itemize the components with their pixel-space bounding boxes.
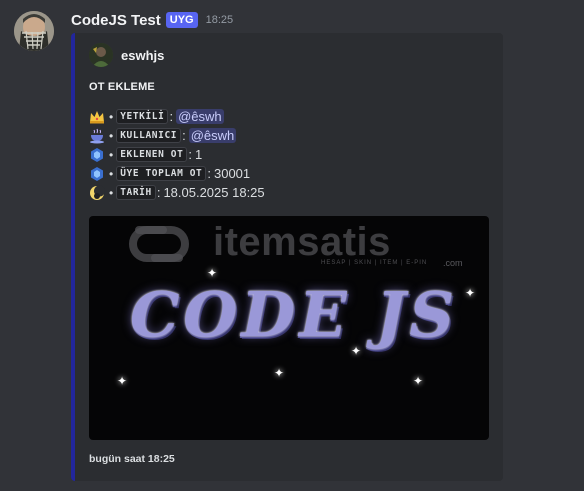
sparkle-icon: ✦ — [207, 266, 218, 280]
bullet: • — [109, 128, 114, 143]
colon: : — [169, 109, 174, 124]
sparkle-icon: ✦ — [274, 366, 285, 380]
app-tag-badge: UYG — [165, 12, 198, 28]
field-label: YETKİLİ — [116, 109, 169, 124]
sparkle-icon: ✦ — [413, 374, 424, 388]
sparkle-icon: ✦ — [465, 286, 476, 300]
watermark-logo-icon — [125, 220, 205, 273]
codejs-logo: CODE JS — [129, 278, 459, 351]
user-mention[interactable]: @êswh — [188, 128, 237, 143]
field-label: KULLANICI — [116, 128, 182, 143]
watermark-subtext: HESAP | SKIN | ITEM | E-PIN — [321, 260, 428, 266]
sparkle-icon: ✦ — [117, 374, 128, 388]
colon: : — [182, 128, 186, 143]
bullet: • — [109, 147, 114, 162]
field-label: TARİH — [116, 185, 156, 200]
embed-author-name: eswhjs — [121, 47, 165, 63]
username[interactable]: CodeJS Test — [71, 12, 161, 29]
bullet: • — [109, 166, 114, 181]
user-mention[interactable]: @êswh — [176, 109, 224, 124]
embed-title: OT EKLEME — [89, 81, 155, 93]
field-label: EKLENEN OT — [116, 147, 188, 162]
watermark-text: itemsatis — [213, 220, 391, 264]
gem-icon — [89, 147, 105, 163]
embed-fields: • YETKİLİ : @êswh • KULLANICI : @êswh • … — [89, 107, 265, 202]
gem-icon — [89, 166, 105, 182]
colon: : — [207, 166, 211, 181]
field-row: • TARİH : 18.05.2025 18:25 — [89, 183, 265, 202]
coffee-icon — [89, 128, 105, 144]
embed: eswhjs OT EKLEME • YETKİLİ : @êswh • KUL… — [71, 33, 503, 481]
field-value: 30001 — [213, 166, 251, 181]
field-label: ÜYE TOPLAM OT — [116, 166, 207, 181]
embed-author: eswhjs — [89, 43, 164, 67]
field-value: 1 — [195, 147, 203, 162]
bullet: • — [109, 185, 114, 200]
field-row: • KULLANICI : @êswh — [89, 126, 265, 145]
sparkle-icon: ✦ — [351, 344, 362, 358]
message-header: CodeJS Test UYG 18:25 — [71, 10, 233, 30]
colon: : — [156, 185, 161, 200]
colon: : — [188, 147, 193, 162]
field-row: • ÜYE TOPLAM OT : 30001 — [89, 164, 265, 183]
crown-icon — [89, 109, 105, 125]
bullet: • — [109, 109, 114, 124]
field-value: 18.05.2025 18:25 — [163, 185, 265, 200]
field-row: • YETKİLİ : @êswh — [89, 107, 265, 126]
moon-icon — [89, 185, 105, 201]
message: CodeJS Test UYG 18:25 eswhjs OT EKLEME •… — [0, 0, 584, 491]
author-avatar — [89, 43, 113, 67]
field-row: • EKLENEN OT : 1 — [89, 145, 265, 164]
embed-footer: bugün saat 18:25 — [89, 453, 175, 465]
watermark-domain: .com — [443, 258, 463, 268]
embed-image[interactable]: itemsatis HESAP | SKIN | ITEM | E-PIN .c… — [89, 216, 489, 440]
user-avatar[interactable] — [14, 11, 54, 51]
message-timestamp[interactable]: 18:25 — [206, 14, 234, 26]
